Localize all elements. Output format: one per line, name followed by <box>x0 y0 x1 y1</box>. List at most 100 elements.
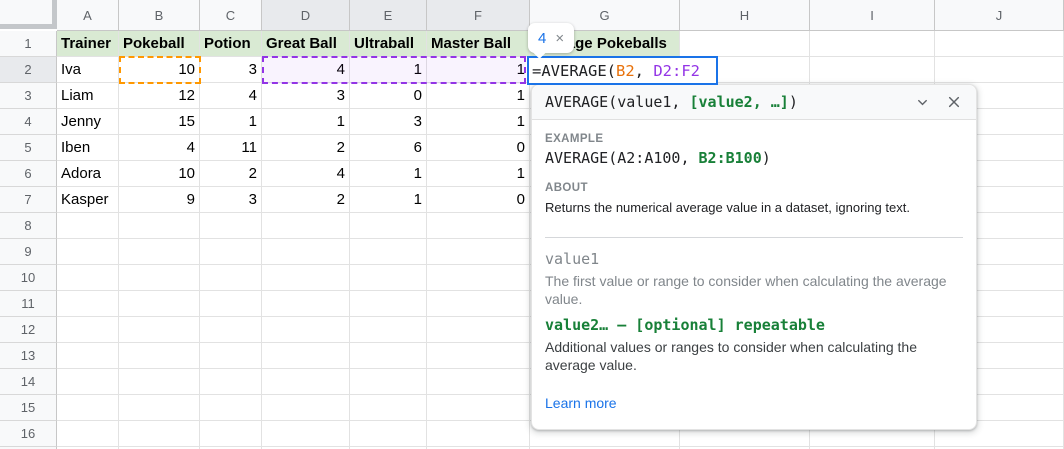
cell-D13[interactable] <box>262 343 350 369</box>
row-header-3[interactable]: 3 <box>0 83 57 109</box>
chip-close-icon[interactable]: × <box>555 31 564 46</box>
cell-C3[interactable]: 4 <box>200 83 262 109</box>
cell-D5[interactable]: 2 <box>262 135 350 161</box>
cell-C1[interactable]: Potion <box>200 31 262 57</box>
cell-D14[interactable] <box>262 369 350 395</box>
cell-F2[interactable]: 1 <box>427 57 530 83</box>
cell-E10[interactable] <box>350 265 427 291</box>
row-header-10[interactable]: 10 <box>0 265 57 291</box>
cell-B10[interactable] <box>119 265 200 291</box>
cell-D15[interactable] <box>262 395 350 421</box>
cell-B6[interactable]: 10 <box>119 161 200 187</box>
cell-B1[interactable]: Pokeball <box>119 31 200 57</box>
row-header-7[interactable]: 7 <box>0 187 57 213</box>
cell-C13[interactable] <box>200 343 262 369</box>
cell-D4[interactable]: 1 <box>262 109 350 135</box>
cell-E4[interactable]: 3 <box>350 109 427 135</box>
row-header-5[interactable]: 5 <box>0 135 57 161</box>
cell-B13[interactable] <box>119 343 200 369</box>
cell-D3[interactable]: 3 <box>262 83 350 109</box>
cell-D1[interactable]: Great Ball <box>262 31 350 57</box>
cell-D10[interactable] <box>262 265 350 291</box>
row-header-4[interactable]: 4 <box>0 109 57 135</box>
row-header-8[interactable]: 8 <box>0 213 57 239</box>
col-header-B[interactable]: B <box>119 0 200 31</box>
row-header-2[interactable]: 2 <box>0 57 57 83</box>
cell-F11[interactable] <box>427 291 530 317</box>
formula-cell-editor[interactable]: =AVERAGE(B2, D2:F2 <box>527 56 718 85</box>
cell-B16[interactable] <box>119 421 200 447</box>
row-header-11[interactable]: 11 <box>0 291 57 317</box>
cell-F9[interactable] <box>427 239 530 265</box>
cell-B7[interactable]: 9 <box>119 187 200 213</box>
cell-F8[interactable] <box>427 213 530 239</box>
col-header-A[interactable]: A <box>57 0 119 31</box>
cell-C5[interactable]: 11 <box>200 135 262 161</box>
cell-E3[interactable]: 0 <box>350 83 427 109</box>
cell-E14[interactable] <box>350 369 427 395</box>
cell-E9[interactable] <box>350 239 427 265</box>
learn-more-link[interactable]: Learn more <box>545 395 964 411</box>
cell-F3[interactable]: 1 <box>427 83 530 109</box>
cell-F7[interactable]: 0 <box>427 187 530 213</box>
cell-D8[interactable] <box>262 213 350 239</box>
cell-A5[interactable]: Iben <box>57 135 119 161</box>
cell-A7[interactable]: Kasper <box>57 187 119 213</box>
cell-B12[interactable] <box>119 317 200 343</box>
col-header-F[interactable]: F <box>427 0 530 31</box>
cell-I1[interactable] <box>810 31 935 57</box>
cell-J2[interactable] <box>935 57 1064 83</box>
cell-F14[interactable] <box>427 369 530 395</box>
cell-C15[interactable] <box>200 395 262 421</box>
cell-J1[interactable] <box>935 31 1064 57</box>
cell-F5[interactable]: 0 <box>427 135 530 161</box>
cell-F1[interactable]: Master Ball <box>427 31 530 57</box>
row-header-13[interactable]: 13 <box>0 343 57 369</box>
col-header-D[interactable]: D <box>262 0 350 31</box>
cell-A1[interactable]: Trainer <box>57 31 119 57</box>
cell-B3[interactable]: 12 <box>119 83 200 109</box>
row-header-15[interactable]: 15 <box>0 395 57 421</box>
cell-D11[interactable] <box>262 291 350 317</box>
cell-A16[interactable] <box>57 421 119 447</box>
cell-F12[interactable] <box>427 317 530 343</box>
cell-A12[interactable] <box>57 317 119 343</box>
cell-C8[interactable] <box>200 213 262 239</box>
row-header-14[interactable]: 14 <box>0 369 57 395</box>
cell-C14[interactable] <box>200 369 262 395</box>
cell-B5[interactable]: 4 <box>119 135 200 161</box>
cell-D7[interactable]: 2 <box>262 187 350 213</box>
cell-F6[interactable]: 1 <box>427 161 530 187</box>
cell-A15[interactable] <box>57 395 119 421</box>
col-header-C[interactable]: C <box>200 0 262 31</box>
cell-D2[interactable]: 4 <box>262 57 350 83</box>
cell-E15[interactable] <box>350 395 427 421</box>
col-header-E[interactable]: E <box>350 0 427 31</box>
cell-E12[interactable] <box>350 317 427 343</box>
cell-I2[interactable] <box>810 57 935 83</box>
cell-C7[interactable]: 3 <box>200 187 262 213</box>
close-icon[interactable] <box>946 94 962 110</box>
cell-B11[interactable] <box>119 291 200 317</box>
col-header-J[interactable]: J <box>935 0 1064 31</box>
cell-D9[interactable] <box>262 239 350 265</box>
cell-E13[interactable] <box>350 343 427 369</box>
row-header-12[interactable]: 12 <box>0 317 57 343</box>
row-header-1[interactable]: 1 <box>0 31 57 57</box>
cell-A10[interactable] <box>57 265 119 291</box>
row-header-6[interactable]: 6 <box>0 161 57 187</box>
cell-E1[interactable]: Ultraball <box>350 31 427 57</box>
cell-F4[interactable]: 1 <box>427 109 530 135</box>
cell-D16[interactable] <box>262 421 350 447</box>
cell-C11[interactable] <box>200 291 262 317</box>
cell-B15[interactable] <box>119 395 200 421</box>
cell-C9[interactable] <box>200 239 262 265</box>
cell-F16[interactable] <box>427 421 530 447</box>
cell-H1[interactable] <box>680 31 810 57</box>
col-header-I[interactable]: I <box>810 0 935 31</box>
col-header-H[interactable]: H <box>680 0 810 31</box>
chevron-down-icon[interactable] <box>915 95 930 110</box>
cell-E6[interactable]: 1 <box>350 161 427 187</box>
cell-A13[interactable] <box>57 343 119 369</box>
cell-E11[interactable] <box>350 291 427 317</box>
